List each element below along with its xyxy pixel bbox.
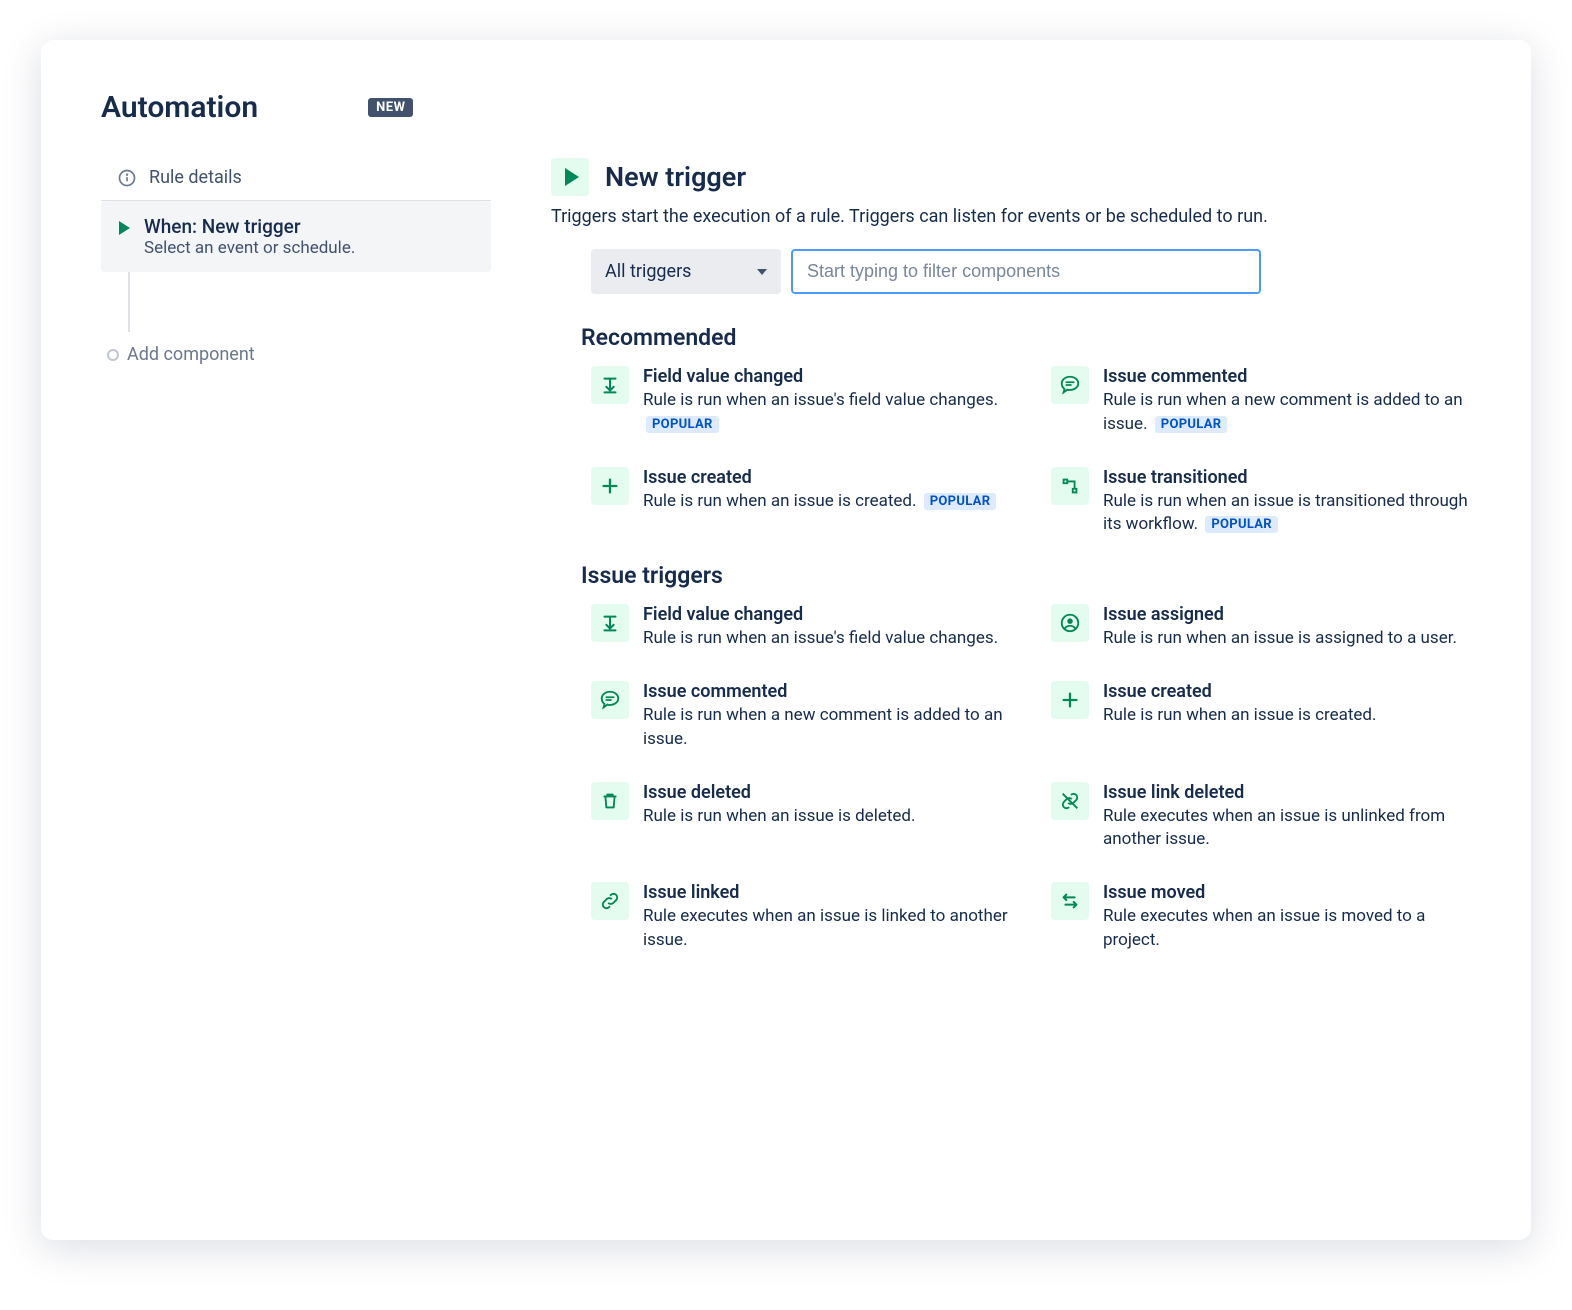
plus-icon [1051,681,1089,719]
main-panel: New trigger Triggers start the execution… [551,155,1471,953]
popular-badge: POPULAR [646,416,719,433]
move-icon [1051,882,1089,920]
field-change-icon [591,604,629,642]
step-title: When: New trigger [144,215,355,238]
chevron-down-icon [757,269,767,275]
trigger-card[interactable]: Issue deletedRule is run when an issue i… [591,782,1011,853]
trigger-title: Issue commented [1103,366,1471,387]
trigger-card[interactable]: Field value changedRule is run when an i… [591,604,1011,651]
trigger-category-dropdown[interactable]: All triggers [591,249,781,294]
comment-icon [591,681,629,719]
sidebar-item-rule-details[interactable]: Rule details [101,155,491,201]
trigger-description: Rule executes when an issue is moved to … [1103,905,1471,953]
trigger-title: Issue created [1103,681,1471,702]
trigger-card[interactable]: Issue assignedRule is run when an issue … [1051,604,1471,651]
trigger-title: Issue linked [643,882,1011,903]
trigger-description: Rule is run when an issue's field value … [643,389,1011,437]
popular-badge: POPULAR [1205,516,1278,533]
popular-badge: POPULAR [1155,416,1228,433]
sidebar: Rule details When: New trigger Select an… [101,155,491,953]
trigger-description: Rule is run when a new comment is added … [1103,389,1471,437]
trigger-title: Issue deleted [643,782,1011,803]
trigger-title: Issue created [643,467,1011,488]
trigger-card[interactable]: Issue linkedRule executes when an issue … [591,882,1011,953]
section-recommended-title: Recommended [581,324,1471,351]
trigger-card[interactable]: Issue transitionedRule is run when an is… [1051,467,1471,538]
trigger-description: Rule is run when an issue is created. PO… [643,490,1011,514]
new-badge: NEW [368,98,413,117]
trigger-title: Issue transitioned [1103,467,1471,488]
add-component-label: Add component [127,344,255,365]
field-change-icon [591,366,629,404]
trash-icon [591,782,629,820]
dropdown-label: All triggers [605,261,691,282]
main-description: Triggers start the execution of a rule. … [551,206,1471,227]
section-issue-title: Issue triggers [581,562,1471,589]
trigger-description: Rule is run when an issue is deleted. [643,805,1011,829]
unlink-icon [1051,782,1089,820]
popular-badge: POPULAR [924,493,997,510]
trigger-title: Field value changed [643,366,1011,387]
transition-icon [1051,467,1089,505]
filter-input[interactable] [791,249,1261,294]
trigger-card[interactable]: Issue movedRule executes when an issue i… [1051,882,1471,953]
trigger-title: Field value changed [643,604,1011,625]
trigger-card[interactable]: Issue commentedRule is run when a new co… [591,681,1011,752]
trigger-card[interactable]: Issue commentedRule is run when a new co… [1051,366,1471,437]
play-icon [119,221,130,235]
circle-icon [107,349,119,361]
rule-details-label: Rule details [149,167,242,188]
trigger-description: Rule is run when an issue's field value … [643,627,1011,651]
page-title: Automation [101,90,258,125]
trigger-title: Issue commented [643,681,1011,702]
connector-line [128,272,130,332]
trigger-card[interactable]: Issue createdRule is run when an issue i… [1051,681,1471,752]
trigger-description: Rule is run when a new comment is added … [643,704,1011,752]
trigger-title: Issue moved [1103,882,1471,903]
comment-icon [1051,366,1089,404]
step-subtitle: Select an event or schedule. [144,238,355,258]
trigger-description: Rule is run when an issue is created. [1103,704,1471,728]
link-icon [591,882,629,920]
person-icon [1051,604,1089,642]
trigger-card[interactable]: Field value changedRule is run when an i… [591,366,1011,437]
trigger-card[interactable]: Issue createdRule is run when an issue i… [591,467,1011,538]
trigger-description: Rule is run when an issue is transitione… [1103,490,1471,538]
trigger-card[interactable]: Issue link deletedRule executes when an … [1051,782,1471,853]
sidebar-item-new-trigger[interactable]: When: New trigger Select an event or sch… [101,201,491,272]
trigger-header-icon [551,158,589,196]
sidebar-item-add-component[interactable]: Add component [101,332,491,377]
trigger-title: Issue assigned [1103,604,1471,625]
info-icon [117,168,137,188]
trigger-description: Rule executes when an issue is unlinked … [1103,805,1471,853]
plus-icon [591,467,629,505]
trigger-description: Rule executes when an issue is linked to… [643,905,1011,953]
trigger-title: Issue link deleted [1103,782,1471,803]
main-title: New trigger [605,161,746,193]
trigger-description: Rule is run when an issue is assigned to… [1103,627,1471,651]
